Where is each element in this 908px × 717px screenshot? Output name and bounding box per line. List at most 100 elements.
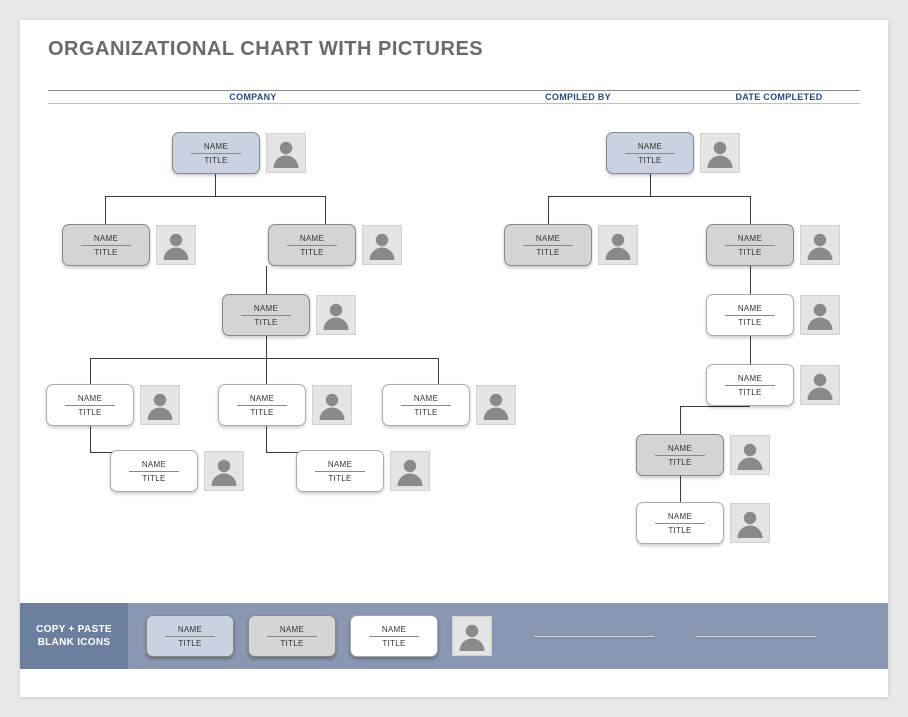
- document-page: ORGANIZATIONAL CHART WITH PICTURES COMPA…: [20, 20, 888, 697]
- name-label: NAME: [142, 460, 166, 469]
- name-label: NAME: [668, 512, 692, 521]
- org-node-right-r2b[interactable]: NAME TITLE: [706, 224, 840, 266]
- title-label: TITLE: [668, 458, 691, 467]
- title-label: TITLE: [536, 248, 559, 257]
- title-label: TITLE: [250, 408, 273, 417]
- title-label: TITLE: [300, 248, 323, 257]
- title-label: TITLE: [204, 156, 227, 165]
- org-card: NAME TITLE: [46, 384, 134, 426]
- header-company: COMPANY: [48, 91, 458, 103]
- title-label: TITLE: [382, 639, 405, 648]
- header-row: COMPANY COMPILED BY DATE COMPLETED: [48, 90, 860, 104]
- org-node-right-r5[interactable]: NAME TITLE: [636, 434, 770, 476]
- org-card: NAME TITLE: [706, 364, 794, 406]
- copy-paste-ribbon: COPY + PASTE BLANK ICONS NAME TITLE NAME…: [20, 603, 888, 669]
- org-node-left-l4b[interactable]: NAME TITLE: [218, 384, 352, 426]
- person-icon: [800, 365, 840, 405]
- name-label: NAME: [382, 625, 406, 634]
- name-label: NAME: [738, 304, 762, 313]
- org-node-right-r3[interactable]: NAME TITLE: [706, 294, 840, 336]
- title-label: TITLE: [280, 639, 303, 648]
- org-node-left-l4c[interactable]: NAME TITLE: [382, 384, 516, 426]
- org-node-left-l5b[interactable]: NAME TITLE: [296, 450, 430, 492]
- person-icon: [800, 225, 840, 265]
- name-label: NAME: [178, 625, 202, 634]
- org-node-left-l4a[interactable]: NAME TITLE: [46, 384, 180, 426]
- name-label: NAME: [668, 444, 692, 453]
- template-line-a[interactable]: [534, 636, 654, 637]
- title-label: TITLE: [94, 248, 117, 257]
- name-label: NAME: [300, 234, 324, 243]
- person-icon: [598, 225, 638, 265]
- org-card: NAME TITLE: [62, 224, 150, 266]
- org-chart-canvas: NAME TITLE NAME TITLE NAME TITLE: [20, 104, 888, 597]
- org-node-left-root[interactable]: NAME TITLE: [172, 132, 306, 174]
- person-icon: [140, 385, 180, 425]
- person-icon: [312, 385, 352, 425]
- template-card-blue[interactable]: NAME TITLE: [146, 615, 234, 657]
- name-label: NAME: [94, 234, 118, 243]
- org-card: NAME TITLE: [222, 294, 310, 336]
- org-node-right-r6[interactable]: NAME TITLE: [636, 502, 770, 544]
- org-node-left-l2a[interactable]: NAME TITLE: [62, 224, 196, 266]
- org-card: NAME TITLE: [296, 450, 384, 492]
- name-label: NAME: [414, 394, 438, 403]
- person-icon: [316, 295, 356, 335]
- org-node-left-l3[interactable]: NAME TITLE: [222, 294, 356, 336]
- name-label: NAME: [738, 234, 762, 243]
- name-label: NAME: [280, 625, 304, 634]
- org-node-left-l2b[interactable]: NAME TITLE: [268, 224, 402, 266]
- name-label: NAME: [738, 374, 762, 383]
- person-icon: [730, 435, 770, 475]
- template-card-white[interactable]: NAME TITLE: [350, 615, 438, 657]
- title-label: TITLE: [78, 408, 101, 417]
- template-line-b[interactable]: [696, 636, 816, 637]
- title-label: TITLE: [414, 408, 437, 417]
- org-card: NAME TITLE: [504, 224, 592, 266]
- org-card: NAME TITLE: [218, 384, 306, 426]
- name-label: NAME: [328, 460, 352, 469]
- person-icon: [476, 385, 516, 425]
- name-label: NAME: [250, 394, 274, 403]
- name-label: NAME: [78, 394, 102, 403]
- org-card: NAME TITLE: [172, 132, 260, 174]
- title-label: TITLE: [142, 474, 165, 483]
- org-node-right-r4[interactable]: NAME TITLE: [706, 364, 840, 406]
- title-label: TITLE: [738, 318, 761, 327]
- template-node-tray: NAME TITLE NAME TITLE NAME TITLE: [128, 615, 816, 657]
- header-date-completed: DATE COMPLETED: [698, 91, 860, 103]
- name-label: NAME: [204, 142, 228, 151]
- person-icon: [390, 451, 430, 491]
- person-icon: [362, 225, 402, 265]
- org-card: NAME TITLE: [382, 384, 470, 426]
- template-person-icon[interactable]: [452, 616, 492, 656]
- org-node-right-root[interactable]: NAME TITLE: [606, 132, 740, 174]
- title-label: TITLE: [328, 474, 351, 483]
- name-label: NAME: [536, 234, 560, 243]
- person-icon: [730, 503, 770, 543]
- person-icon: [204, 451, 244, 491]
- person-icon: [266, 133, 306, 173]
- org-card: NAME TITLE: [110, 450, 198, 492]
- title-label: TITLE: [178, 639, 201, 648]
- title-label: TITLE: [738, 248, 761, 257]
- org-card: NAME TITLE: [636, 434, 724, 476]
- org-node-right-r2a[interactable]: NAME TITLE: [504, 224, 638, 266]
- title-label: TITLE: [668, 526, 691, 535]
- title-label: TITLE: [638, 156, 661, 165]
- title-label: TITLE: [254, 318, 277, 327]
- org-node-left-l5a[interactable]: NAME TITLE: [110, 450, 244, 492]
- page-title: ORGANIZATIONAL CHART WITH PICTURES: [48, 38, 483, 61]
- person-icon: [800, 295, 840, 335]
- org-card: NAME TITLE: [268, 224, 356, 266]
- person-icon: [156, 225, 196, 265]
- template-card-gray[interactable]: NAME TITLE: [248, 615, 336, 657]
- header-compiled-by: COMPILED BY: [458, 91, 698, 103]
- org-card: NAME TITLE: [706, 224, 794, 266]
- copy-paste-label: COPY + PASTE BLANK ICONS: [20, 603, 128, 669]
- person-icon: [700, 133, 740, 173]
- org-card: NAME TITLE: [606, 132, 694, 174]
- name-label: NAME: [638, 142, 662, 151]
- title-label: TITLE: [738, 388, 761, 397]
- org-card: NAME TITLE: [706, 294, 794, 336]
